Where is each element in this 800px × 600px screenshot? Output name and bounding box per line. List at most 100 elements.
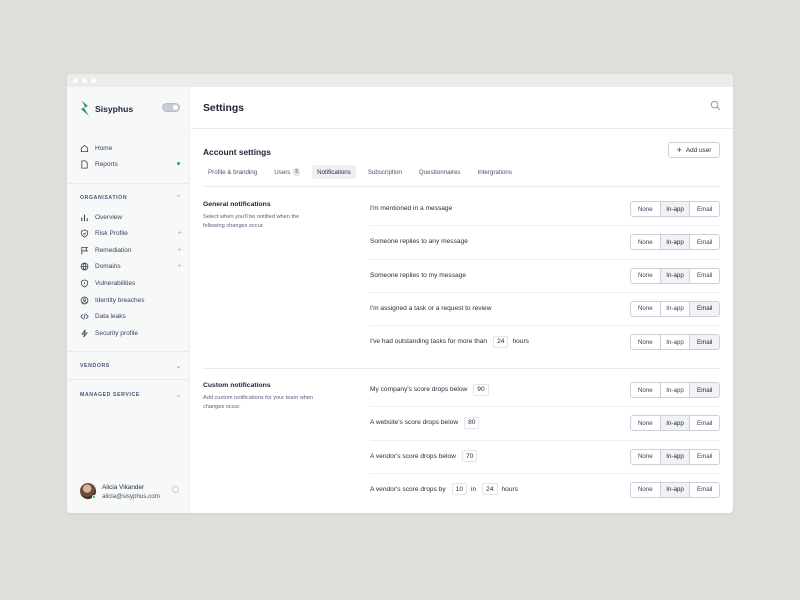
- duration-input[interactable]: 24: [482, 483, 498, 496]
- add-user-label: Add user: [685, 146, 712, 154]
- sidebar-item-label: Vulnerabilities: [95, 279, 136, 287]
- channel-option-in-app[interactable]: In-app: [660, 416, 691, 431]
- notification-unit: hours: [512, 338, 529, 346]
- channel-option-none[interactable]: None: [631, 449, 661, 464]
- notification-row: A vendor's score drops by 10 in 24 hours None…: [370, 473, 720, 506]
- channel-option-none[interactable]: None: [631, 335, 661, 350]
- channel-selector: None In-app Email: [630, 234, 720, 251]
- channel-option-email[interactable]: Email: [690, 450, 719, 464]
- channel-option-in-app[interactable]: In-app: [660, 202, 691, 216]
- sidebar-item-domains[interactable]: Domains +: [80, 260, 182, 272]
- channel-option-none[interactable]: None: [631, 268, 661, 283]
- channel-option-none[interactable]: None: [631, 235, 661, 250]
- notification-label: A vendor's score drops by: [370, 485, 446, 493]
- chevron-up-icon: ⌃: [175, 195, 182, 202]
- channel-option-email[interactable]: Email: [690, 202, 719, 216]
- notification-unit: hours: [501, 485, 519, 493]
- sidebar-item-risk-profile[interactable]: Risk Profile +: [80, 227, 182, 239]
- notification-row: My company's score drops below 90 None In-a…: [370, 373, 720, 406]
- threshold-input[interactable]: 10: [451, 483, 468, 496]
- shield-check-icon: [80, 228, 89, 238]
- threshold-input[interactable]: 24: [493, 335, 509, 348]
- theme-toggle[interactable]: [162, 103, 180, 112]
- search-icon[interactable]: [710, 100, 721, 111]
- brand-name: Sisyphus: [95, 103, 134, 114]
- tab-subscription[interactable]: Subscription: [363, 165, 407, 179]
- notification-label: My company's score drops below: [370, 386, 468, 393]
- notification-row: I've had outstanding tasks for more than…: [370, 325, 720, 358]
- notification-row: I'm assigned a task or a request to revi…: [370, 292, 720, 325]
- general-notifications-title: General notifications: [203, 201, 271, 208]
- tab-profile-branding[interactable]: Profile & branding: [203, 165, 262, 179]
- sidebar-item-home[interactable]: Home: [80, 142, 182, 154]
- channel-option-in-app[interactable]: In-app: [661, 335, 691, 350]
- tab-label: Users: [274, 168, 291, 176]
- sidebar-item-security-profile[interactable]: Security profile: [80, 327, 182, 339]
- channel-selector: None In-app Email: [630, 267, 720, 284]
- channel-option-email[interactable]: Email: [690, 383, 719, 397]
- document-icon: [81, 159, 88, 169]
- channel-option-email[interactable]: Email: [690, 301, 719, 316]
- sidebar-item-reports[interactable]: Reports: [80, 158, 182, 170]
- tab-questionnaires[interactable]: Questionnaires: [414, 165, 466, 179]
- tab-integrations[interactable]: Intergrations: [473, 165, 517, 179]
- plus-icon[interactable]: +: [177, 261, 182, 270]
- notification-label: A website's score drops below: [370, 419, 459, 427]
- sidebar-item-overview[interactable]: Overview: [80, 211, 182, 223]
- sidebar-divider: [67, 379, 189, 380]
- section-organisation-header[interactable]: ORGANISATION ⌃: [80, 195, 182, 202]
- bar-chart-icon: [81, 214, 88, 221]
- window-dot: [82, 78, 87, 83]
- channel-option-none[interactable]: None: [631, 383, 661, 397]
- channel-option-email[interactable]: Email: [690, 483, 719, 497]
- channel-selector: None In-app Email: [630, 415, 720, 432]
- window-titlebar: [67, 74, 733, 87]
- channel-option-in-app[interactable]: In-app: [660, 449, 691, 464]
- channel-option-email[interactable]: Email: [690, 269, 719, 283]
- channel-option-in-app[interactable]: In-app: [660, 482, 691, 497]
- shield-alert-icon: [80, 278, 89, 288]
- sidebar-item-data-leaks[interactable]: Data leaks: [80, 310, 182, 322]
- threshold-input[interactable]: 80: [464, 416, 480, 429]
- toggle-knob: [173, 105, 178, 110]
- tab-label: Questionnaires: [418, 168, 461, 176]
- channel-option-none[interactable]: None: [631, 482, 661, 497]
- window-dot: [91, 78, 96, 83]
- channel-option-none[interactable]: None: [631, 416, 661, 431]
- brand[interactable]: Sisyphus: [80, 101, 133, 116]
- sidebar-item-label: Security profile: [95, 329, 138, 337]
- user-settings-icon[interactable]: [172, 486, 179, 493]
- threshold-input[interactable]: 90: [473, 383, 489, 396]
- channel-option-email[interactable]: Email: [690, 235, 719, 249]
- count-badge: 5: [293, 168, 301, 176]
- sidebar-item-vulnerabilities[interactable]: Vulnerabilities: [80, 277, 182, 289]
- channel-option-email[interactable]: Email: [690, 416, 719, 430]
- tabs-divider: [203, 186, 720, 187]
- notification-label: I'm mentioned in a message: [370, 205, 453, 212]
- channel-option-in-app[interactable]: In-app: [660, 268, 691, 283]
- tab-notifications[interactable]: Notifications: [312, 165, 356, 179]
- threshold-input[interactable]: 70: [461, 450, 478, 463]
- section-managed-service-header[interactable]: MANAGED SERVICE ⌄: [80, 392, 182, 399]
- channel-selector: None In-app Email: [630, 448, 720, 465]
- notification-label: I've had outstanding tasks for more than: [370, 338, 488, 346]
- channel-option-in-app[interactable]: In-app: [660, 235, 691, 250]
- sidebar-item-label: Data leaks: [95, 312, 126, 320]
- channel-option-in-app[interactable]: In-app: [661, 301, 691, 316]
- plus-icon[interactable]: +: [177, 228, 182, 237]
- tab-users[interactable]: Users 5: [269, 165, 305, 179]
- channel-option-none[interactable]: None: [631, 301, 661, 316]
- channel-option-in-app[interactable]: In-app: [661, 383, 691, 397]
- channel-option-email[interactable]: Email: [690, 335, 719, 350]
- plus-icon[interactable]: +: [177, 245, 182, 254]
- bolt-icon: [81, 329, 88, 337]
- add-user-button[interactable]: + Add user: [668, 142, 720, 158]
- channel-option-none[interactable]: None: [631, 202, 661, 216]
- sidebar-item-identity-breaches[interactable]: Identity breaches: [80, 294, 182, 306]
- header-divider: [191, 128, 733, 129]
- sidebar-item-label: Home: [95, 144, 113, 152]
- user-circle-icon: [80, 296, 89, 304]
- notification-label: A vendor's score drops below: [370, 452, 456, 460]
- section-vendors-header[interactable]: VENDORS ⌄: [80, 363, 182, 370]
- sidebar-item-remediation[interactable]: Remediation +: [80, 244, 182, 256]
